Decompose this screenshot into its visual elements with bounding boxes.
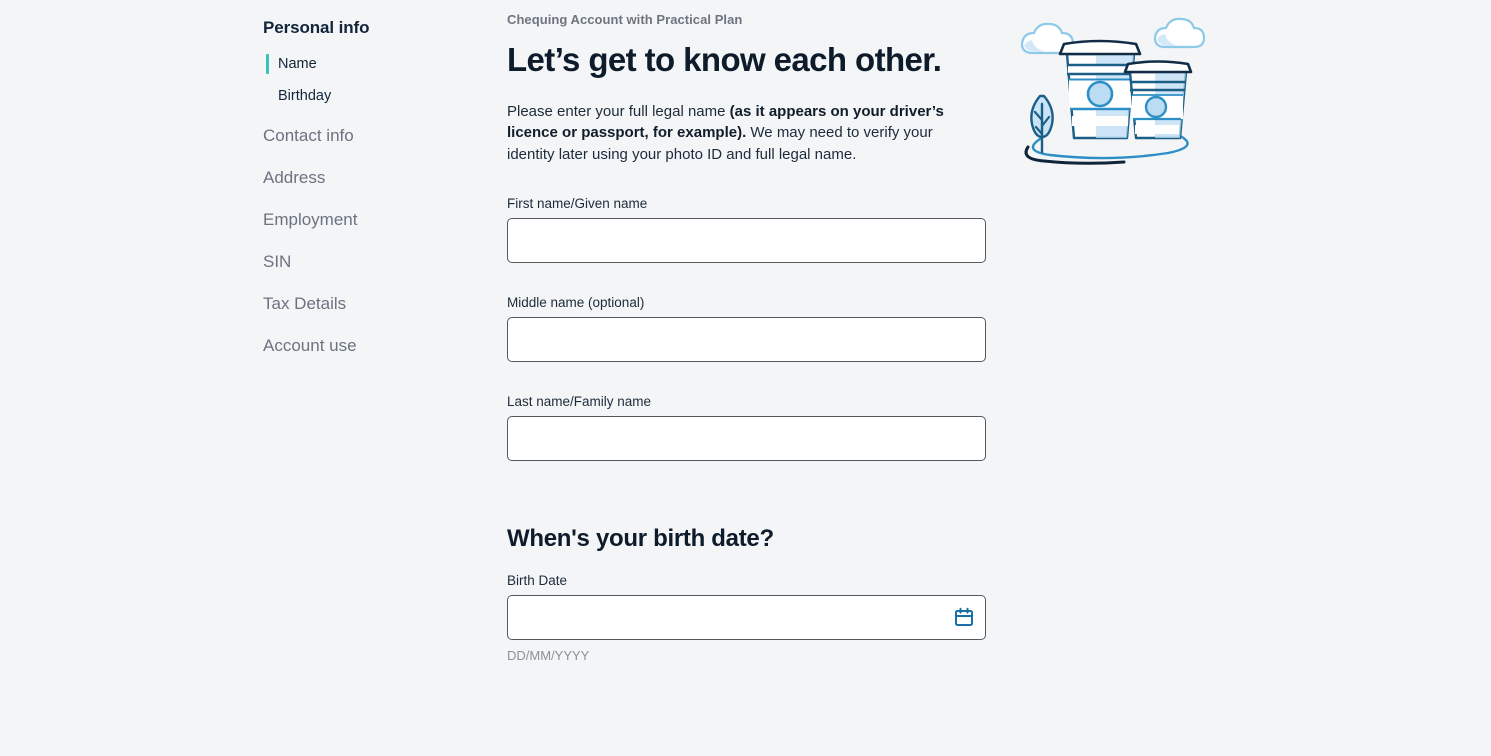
- coffee-cup-small: [1123, 60, 1193, 140]
- sidebar-item-label: SIN: [263, 252, 292, 271]
- cloud-right: [1153, 17, 1206, 49]
- last-name-label: Last name/Family name: [507, 393, 652, 409]
- birth-date-label: Birth Date: [507, 572, 568, 588]
- birth-date-field-group: Birth Date DD/MM/YYYY: [507, 573, 987, 663]
- intro-text-part1: Please enter your full legal name: [507, 102, 730, 120]
- product-eyebrow: Chequing Account with Practical Plan: [507, 12, 743, 27]
- sidebar-item-label: Contact info: [263, 126, 354, 145]
- coffee-cups-illustration: [1010, 8, 1210, 168]
- first-name-field-group: First name/Given name: [507, 196, 987, 263]
- sidebar-item-birthday[interactable]: Birthday: [263, 84, 483, 108]
- birth-date-input[interactable]: [507, 594, 986, 640]
- intro-paragraph: Please enter your full legal name (as it…: [507, 101, 967, 166]
- sidebar-item-name[interactable]: Name: [263, 52, 483, 76]
- middle-name-field-group: Middle name (optional): [507, 295, 987, 362]
- middle-name-input[interactable]: [507, 316, 986, 362]
- sidebar-item-sin[interactable]: SIN: [263, 248, 483, 276]
- sidebar-heading-personal-info: Personal info: [263, 18, 370, 37]
- sidebar-item-label: Employment: [263, 210, 358, 229]
- birth-date-input-wrapper: [507, 594, 986, 640]
- progress-sidebar: Personal info Name Birthday Contact info…: [263, 18, 483, 360]
- sidebar-item-label: Address: [263, 168, 326, 187]
- field-spacer: [507, 379, 987, 394]
- birth-date-format-hint: DD/MM/YYYY: [507, 647, 590, 663]
- last-name-input[interactable]: [507, 415, 986, 461]
- calendar-icon[interactable]: [954, 607, 974, 627]
- first-name-input[interactable]: [507, 217, 986, 263]
- sidebar-item-label: Birthday: [278, 88, 332, 104]
- middle-name-label: Middle name (optional): [507, 294, 645, 310]
- sidebar-item-address[interactable]: Address: [263, 164, 483, 192]
- sidebar-item-employment[interactable]: Employment: [263, 206, 483, 234]
- page-title: Let’s get to know each other.: [507, 41, 942, 78]
- last-name-field-group: Last name/Family name: [507, 394, 987, 461]
- main-content: Chequing Account with Practical Plan Let…: [507, 12, 987, 680]
- sidebar-item-contact-info[interactable]: Contact info: [263, 122, 483, 150]
- sidebar-item-account-use[interactable]: Account use: [263, 332, 483, 360]
- sidebar-item-label: Name: [278, 56, 317, 72]
- sidebar-item-label: Account use: [263, 336, 357, 355]
- application-page: Personal info Name Birthday Contact info…: [0, 0, 1491, 756]
- sidebar-item-label: Tax Details: [263, 294, 347, 313]
- first-name-label: First name/Given name: [507, 195, 648, 211]
- birth-date-section-title: When's your birth date?: [507, 524, 774, 552]
- field-spacer: [507, 280, 987, 295]
- coffee-cup-large: [1058, 39, 1142, 140]
- sidebar-item-tax-details[interactable]: Tax Details: [263, 290, 483, 318]
